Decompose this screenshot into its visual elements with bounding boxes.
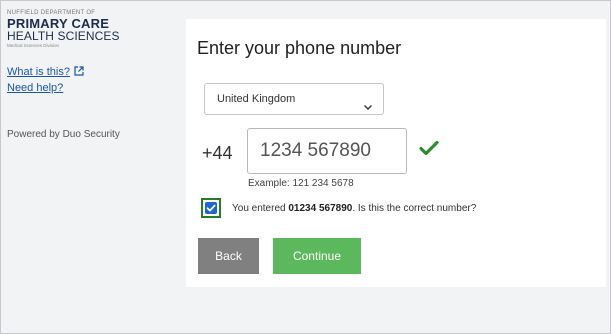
confirm-number: 01234 567890 (288, 203, 353, 214)
country-code: +44 (202, 143, 233, 163)
country-select-value: United Kingdom (217, 93, 296, 105)
country-select[interactable]: United Kingdom (204, 83, 384, 115)
enrollment-panel: Enter your phone number United Kingdom +… (186, 19, 606, 287)
department-logo: NUFFIELD DEPARTMENT OF PRIMARY CARE HEAL… (7, 9, 167, 49)
logo-line-4: Medical Sciences Division (7, 43, 60, 48)
phone-number-input[interactable] (247, 128, 407, 174)
phone-example-text: Example: 121 234 5678 (248, 178, 354, 189)
continue-button[interactable]: Continue (273, 238, 361, 274)
logo-line-3: HEALTH SCIENCES (7, 29, 120, 43)
page-title: Enter your phone number (197, 38, 402, 58)
confirm-prefix: You entered (232, 203, 289, 214)
what-is-this-label: What is this? (7, 66, 70, 78)
powered-by-text: Powered by Duo Security (7, 129, 120, 140)
what-is-this-link[interactable]: What is this? (7, 66, 84, 79)
valid-check-icon (419, 140, 439, 161)
checkmark-icon (205, 202, 217, 214)
chevron-down-icon (363, 94, 373, 124)
confirm-number-checkbox[interactable] (201, 198, 221, 218)
need-help-link[interactable]: Need help? (7, 82, 63, 94)
window: NUFFIELD DEPARTMENT OF PRIMARY CARE HEAL… (0, 0, 611, 334)
external-link-icon (74, 66, 84, 79)
back-button[interactable]: Back (198, 238, 259, 274)
confirm-number-label: You entered 01234 567890. Is this the co… (232, 203, 476, 214)
confirm-suffix: . Is this the correct number? (352, 203, 477, 214)
